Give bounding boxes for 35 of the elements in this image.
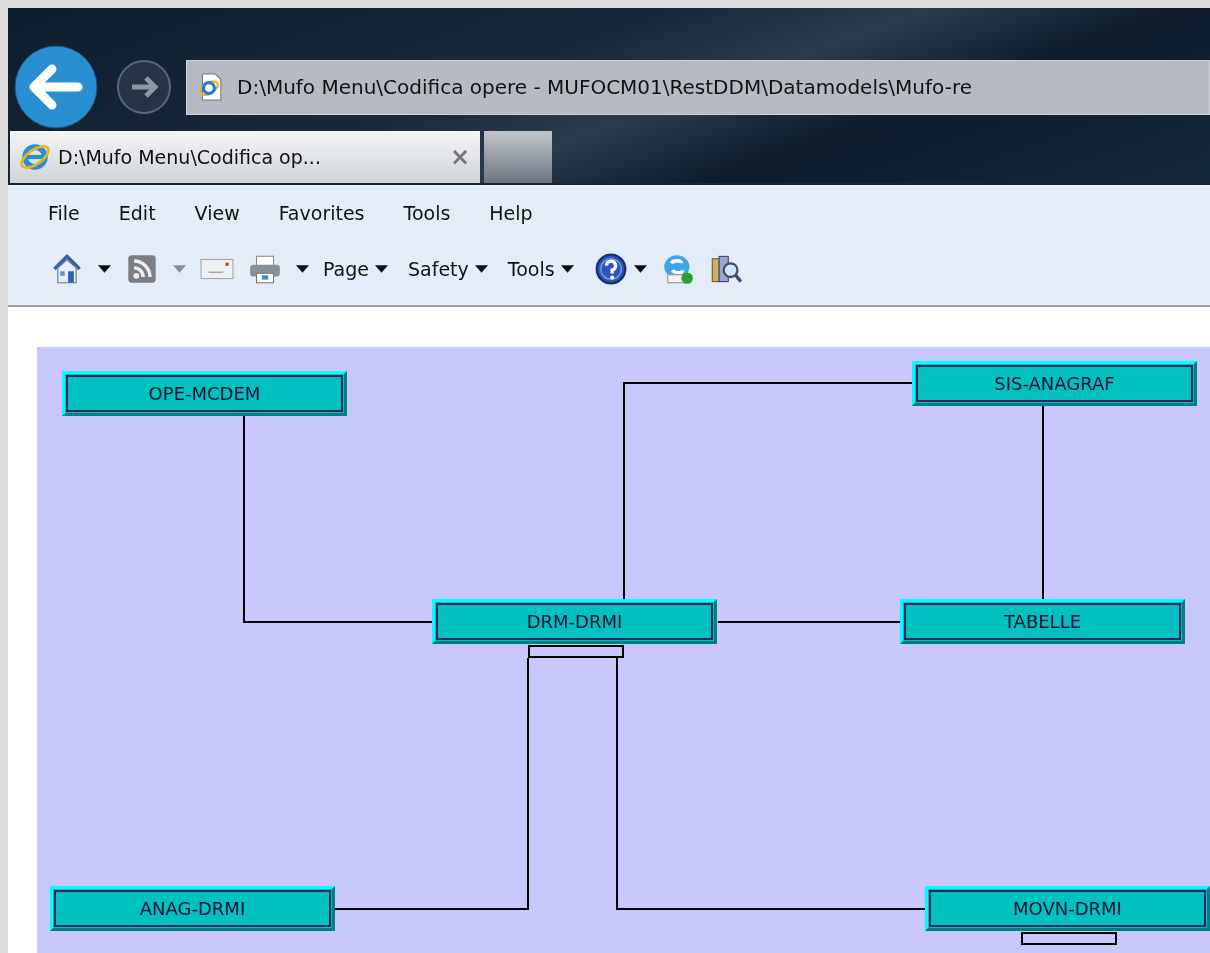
feed-icon[interactable] [125, 253, 159, 285]
diagram-node[interactable]: OPE-MCDEM [62, 371, 347, 416]
diagram-node[interactable]: MOVN-DRMI [925, 886, 1210, 931]
toolbar-menu-button[interactable]: Page [323, 258, 388, 280]
address-bar[interactable]: D:\Mufo Menu\Codifica opere - MUFOCM01\RestDDM\Datamodels\Mufo-re [186, 59, 1210, 115]
menu-item[interactable]: View [190, 200, 244, 226]
address-text: D:\Mufo Menu\Codifica opere - MUFOCM01\RestDDM\Datamodels\Mufo-re [237, 75, 972, 99]
menu-item[interactable]: File [44, 200, 84, 226]
caret-icon[interactable] [296, 265, 309, 273]
caret-icon [560, 265, 574, 273]
forward-button[interactable] [116, 59, 172, 115]
toolbar-menu-button[interactable]: Safety [408, 258, 488, 280]
caret-icon [633, 265, 647, 273]
caret-icon [474, 265, 488, 273]
home-icon[interactable] [50, 253, 84, 285]
tab-title: D:\Mufo Menu\Codifica op... [58, 146, 321, 168]
menu-item[interactable]: Tools [399, 200, 455, 226]
menu-item[interactable]: Favorites [274, 200, 369, 226]
help-icon [593, 253, 628, 285]
new-tab-button[interactable] [484, 131, 552, 183]
browser-tab[interactable]: D:\Mufo Menu\Codifica op... × [10, 131, 480, 183]
diagram-node[interactable]: ANAG-DRMI [50, 886, 335, 931]
menu-item[interactable]: Edit [114, 200, 160, 226]
toolbar-menu-button[interactable]: Tools [507, 258, 574, 280]
menu-item[interactable]: Help [485, 200, 537, 226]
close-tab-button[interactable]: × [449, 143, 470, 171]
page-icon [197, 72, 223, 102]
diagram-node[interactable]: TABELLE [900, 599, 1185, 644]
caret-icon[interactable] [98, 265, 111, 273]
printer-icon[interactable] [248, 253, 282, 285]
caret-icon [375, 265, 388, 273]
diagram-node[interactable]: SIS-ANAGRAF [912, 361, 1197, 406]
back-button[interactable] [14, 45, 98, 129]
diagram-node[interactable]: DRM-DRMI [432, 599, 717, 644]
help-button[interactable] [593, 253, 647, 285]
